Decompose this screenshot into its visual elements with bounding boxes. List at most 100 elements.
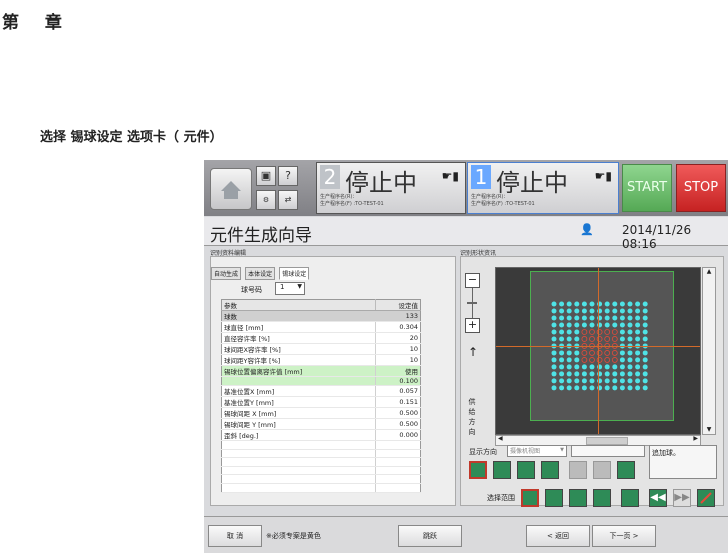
zoom-in-button[interactable]: +	[465, 318, 480, 333]
solder-ball[interactable]	[642, 315, 648, 321]
solder-ball[interactable]	[566, 315, 572, 321]
solder-ball[interactable]	[581, 385, 587, 391]
solder-ball[interactable]	[619, 301, 625, 307]
cancel-button[interactable]: 取 消	[208, 525, 262, 547]
solder-ball[interactable]	[642, 308, 648, 314]
solder-ball[interactable]	[612, 308, 618, 314]
solder-ball[interactable]	[551, 364, 557, 370]
solder-ball[interactable]	[635, 329, 641, 335]
solder-ball[interactable]	[589, 371, 595, 377]
solder-ball[interactable]	[581, 322, 587, 328]
solder-ball[interactable]	[635, 301, 641, 307]
solder-ball[interactable]	[551, 378, 557, 384]
table-row[interactable]	[221, 483, 421, 493]
solder-ball[interactable]	[642, 371, 648, 377]
pointer-tool-icon[interactable]	[541, 461, 559, 479]
solder-ball[interactable]	[635, 308, 641, 314]
solder-ball[interactable]	[574, 322, 580, 328]
table-row[interactable]: 锡球位置偏离容许值 [mm] 使用	[221, 365, 421, 377]
solder-ball[interactable]	[611, 329, 618, 335]
solder-ball[interactable]	[566, 385, 572, 391]
transfer-icon[interactable]: ⇄	[278, 190, 298, 210]
solder-ball[interactable]	[612, 364, 618, 370]
parameter-value[interactable]	[374, 449, 421, 459]
solder-ball[interactable]	[619, 350, 625, 356]
solder-ball[interactable]	[635, 357, 641, 363]
solder-ball[interactable]	[574, 364, 580, 370]
solder-ball[interactable]	[604, 308, 610, 314]
parameter-value[interactable]: 0.304	[374, 321, 421, 333]
tab-body-settings[interactable]: 本体设定	[245, 267, 276, 280]
tab-auto-generate[interactable]: 自动生成	[211, 267, 242, 280]
component-image-viewer[interactable]	[495, 267, 701, 435]
table-row[interactable]: 球间距Y容许率 [%] 10	[221, 354, 421, 366]
vertical-scrollbar[interactable]: ▲ ▼	[702, 267, 716, 435]
solder-ball[interactable]	[551, 329, 557, 335]
table-row[interactable]: 锡球间距 Y [mm] 0.500	[221, 418, 421, 430]
solder-ball[interactable]	[559, 385, 565, 391]
solder-ball[interactable]	[574, 350, 580, 356]
solder-ball[interactable]	[642, 378, 648, 384]
parameter-value[interactable]: 0.000	[374, 429, 421, 441]
solder-ball[interactable]	[559, 322, 565, 328]
solder-ball[interactable]	[551, 371, 557, 377]
solder-ball[interactable]	[604, 357, 611, 363]
solder-ball[interactable]	[566, 322, 572, 328]
solder-ball[interactable]	[559, 336, 565, 342]
solder-ball[interactable]	[589, 350, 595, 356]
grid-tool-icon[interactable]	[493, 461, 511, 479]
solder-ball[interactable]	[619, 364, 625, 370]
solder-ball[interactable]	[604, 301, 610, 307]
solder-ball[interactable]	[589, 385, 595, 391]
range-row-icon[interactable]	[545, 489, 563, 507]
solder-ball[interactable]	[642, 329, 648, 335]
solder-ball[interactable]	[559, 378, 565, 384]
solder-ball[interactable]	[589, 315, 595, 321]
solder-ball[interactable]	[566, 308, 572, 314]
solder-ball[interactable]	[619, 308, 625, 314]
monitor-icon[interactable]: ▣	[256, 166, 276, 186]
table-row[interactable]: 基准位置Y [mm] 0.151	[221, 396, 421, 408]
parameter-value[interactable]: 10	[374, 354, 421, 366]
solder-ball[interactable]	[581, 357, 588, 363]
solder-ball[interactable]	[642, 385, 648, 391]
parameter-value[interactable]	[374, 466, 421, 476]
solder-ball[interactable]	[574, 336, 580, 342]
solder-ball[interactable]	[627, 385, 633, 391]
parameter-value[interactable]: 20	[374, 332, 421, 344]
parameter-value[interactable]: 0.151	[374, 396, 421, 408]
solder-ball[interactable]	[566, 371, 572, 377]
solder-ball[interactable]	[612, 315, 618, 321]
table-row[interactable]: 0.100	[221, 376, 421, 386]
solder-ball[interactable]	[619, 329, 625, 335]
stop-button[interactable]: STOP	[676, 164, 726, 212]
solder-ball[interactable]	[559, 364, 565, 370]
solder-ball[interactable]	[574, 357, 580, 363]
table-row[interactable]	[221, 466, 421, 476]
solder-ball[interactable]	[604, 322, 610, 328]
scroll-down-icon[interactable]: ▼	[703, 426, 715, 433]
solder-ball[interactable]	[612, 378, 618, 384]
table-row[interactable]: 球数 133	[221, 310, 421, 322]
range-all-icon[interactable]	[621, 489, 639, 507]
solder-ball[interactable]	[642, 364, 648, 370]
erase-tool-icon[interactable]	[617, 461, 635, 479]
solder-ball[interactable]	[612, 371, 618, 377]
solder-ball[interactable]	[581, 315, 587, 321]
parameter-value[interactable]: 133	[374, 310, 421, 322]
solder-ball[interactable]	[559, 371, 565, 377]
solder-ball[interactable]	[559, 357, 565, 363]
solder-ball[interactable]	[635, 322, 641, 328]
solder-ball[interactable]	[635, 364, 641, 370]
solder-ball[interactable]	[619, 385, 625, 391]
table-row[interactable]: 球直径 [mm] 0.304	[221, 321, 421, 333]
solder-ball[interactable]	[627, 371, 633, 377]
solder-ball[interactable]	[604, 371, 610, 377]
solder-ball[interactable]	[611, 350, 618, 356]
parameter-value[interactable]: 0.100	[374, 376, 421, 386]
solder-ball[interactable]	[581, 371, 587, 377]
solder-ball[interactable]	[635, 371, 641, 377]
solder-ball[interactable]	[627, 378, 633, 384]
solder-ball[interactable]	[604, 378, 610, 384]
solder-ball[interactable]	[551, 301, 557, 307]
